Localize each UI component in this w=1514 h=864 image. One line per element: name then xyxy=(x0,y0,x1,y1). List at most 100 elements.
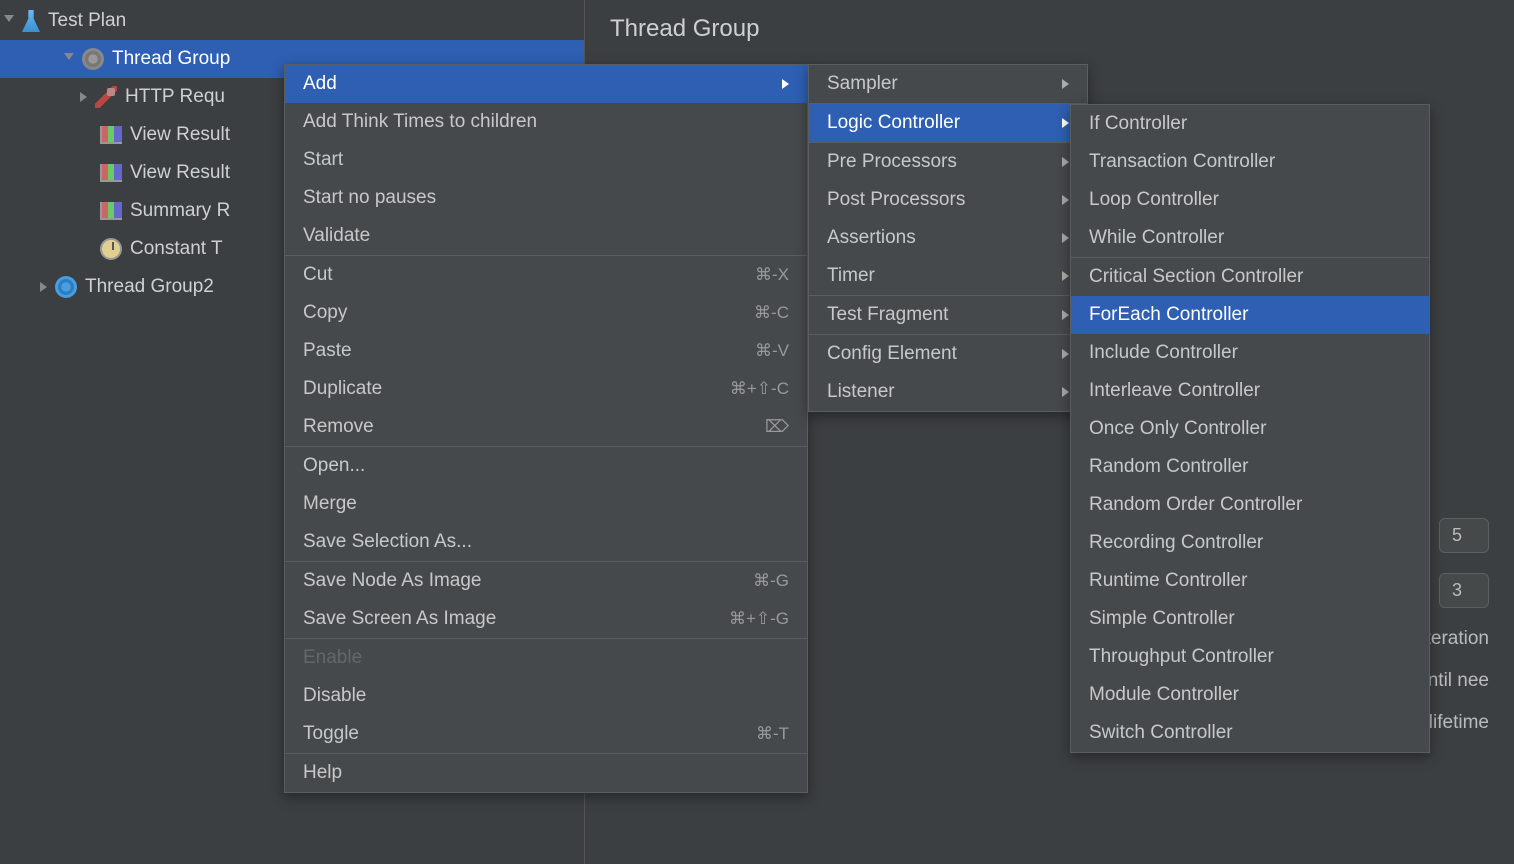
menu-label: Critical Section Controller xyxy=(1089,266,1303,288)
context-menu-logic-controller: If Controller Transaction Controller Loop … xyxy=(1070,104,1430,753)
tree-label: Test Plan xyxy=(48,10,126,32)
menu-item-include-controller[interactable]: Include Controller xyxy=(1071,334,1429,372)
shortcut: ⌘-T xyxy=(756,724,789,744)
spacer xyxy=(80,129,92,141)
menu-item-throughput-controller[interactable]: Throughput Controller xyxy=(1071,638,1429,676)
spacer xyxy=(80,167,92,179)
menu-label: Help xyxy=(303,762,342,784)
tree-item-test-plan[interactable]: Test Plan xyxy=(0,2,584,40)
menu-item-assertions[interactable]: Assertions xyxy=(809,219,1087,257)
menu-label: Random Order Controller xyxy=(1089,494,1302,516)
context-menu-add: Sampler Logic Controller Pre Processors … xyxy=(808,64,1088,412)
menu-item-enable: Enable xyxy=(285,639,807,677)
context-menu-main: Add Add Think Times to children Start St… xyxy=(284,64,808,793)
menu-item-sampler[interactable]: Sampler xyxy=(809,65,1087,103)
menu-item-open[interactable]: Open... xyxy=(285,447,807,485)
menu-label: Config Element xyxy=(827,343,957,365)
menu-label: Toggle xyxy=(303,723,359,745)
menu-item-logic-controller[interactable]: Logic Controller xyxy=(809,104,1087,142)
menu-item-while-controller[interactable]: While Controller xyxy=(1071,219,1429,257)
tree-label: Thread Group2 xyxy=(85,276,214,298)
menu-item-save-screen-image[interactable]: Save Screen As Image⌘+⇧-G xyxy=(285,600,807,638)
menu-item-listener[interactable]: Listener xyxy=(809,373,1087,411)
chevron-right-icon xyxy=(1062,233,1069,243)
chevron-right-icon xyxy=(1062,157,1069,167)
chevron-right-icon[interactable] xyxy=(40,282,47,292)
menu-item-add[interactable]: Add xyxy=(285,65,807,103)
ramp-input[interactable] xyxy=(1439,518,1489,553)
spacer xyxy=(80,243,92,255)
shortcut: ⌘+⇧-C xyxy=(730,379,789,399)
menu-label: If Controller xyxy=(1089,113,1187,135)
menu-label: Transaction Controller xyxy=(1089,151,1275,173)
menu-item-runtime-controller[interactable]: Runtime Controller xyxy=(1071,562,1429,600)
menu-label: Simple Controller xyxy=(1089,608,1235,630)
menu-item-switch-controller[interactable]: Switch Controller xyxy=(1071,714,1429,752)
chevron-down-icon[interactable] xyxy=(4,15,14,27)
menu-item-merge[interactable]: Merge xyxy=(285,485,807,523)
chevron-right-icon xyxy=(782,79,789,89)
menu-label: Cut xyxy=(303,264,333,286)
menu-item-validate[interactable]: Validate xyxy=(285,217,807,255)
chevron-right-icon[interactable] xyxy=(80,92,87,102)
flask-icon xyxy=(22,10,40,32)
chevron-right-icon xyxy=(1062,349,1069,359)
chevron-right-icon xyxy=(1062,118,1069,128)
menu-label: Validate xyxy=(303,225,370,247)
menu-item-test-fragment[interactable]: Test Fragment xyxy=(809,296,1087,334)
menu-item-foreach-controller[interactable]: ForEach Controller xyxy=(1071,296,1429,334)
menu-item-simple-controller[interactable]: Simple Controller xyxy=(1071,600,1429,638)
menu-item-paste[interactable]: Paste⌘-V xyxy=(285,332,807,370)
menu-label: Add Think Times to children xyxy=(303,111,537,133)
menu-label: Save Node As Image xyxy=(303,570,482,592)
menu-item-once-only-controller[interactable]: Once Only Controller xyxy=(1071,410,1429,448)
chevron-right-icon xyxy=(1062,79,1069,89)
menu-item-loop-controller[interactable]: Loop Controller xyxy=(1071,181,1429,219)
menu-label: While Controller xyxy=(1089,227,1224,249)
menu-label: Save Screen As Image xyxy=(303,608,496,630)
menu-item-duplicate[interactable]: Duplicate⌘+⇧-C xyxy=(285,370,807,408)
menu-item-random-controller[interactable]: Random Controller xyxy=(1071,448,1429,486)
menu-item-copy[interactable]: Copy⌘-C xyxy=(285,294,807,332)
loop-input[interactable] xyxy=(1439,573,1489,608)
menu-label: Loop Controller xyxy=(1089,189,1219,211)
menu-item-start-no-pauses[interactable]: Start no pauses xyxy=(285,179,807,217)
menu-item-disable[interactable]: Disable xyxy=(285,677,807,715)
menu-label: Module Controller xyxy=(1089,684,1239,706)
menu-label: Open... xyxy=(303,455,365,477)
menu-item-transaction-controller[interactable]: Transaction Controller xyxy=(1071,143,1429,181)
menu-item-save-selection[interactable]: Save Selection As... xyxy=(285,523,807,561)
menu-item-config-element[interactable]: Config Element xyxy=(809,335,1087,373)
timer-icon xyxy=(100,238,122,260)
menu-item-interleave-controller[interactable]: Interleave Controller xyxy=(1071,372,1429,410)
tree-label: Thread Group xyxy=(112,48,230,70)
menu-item-module-controller[interactable]: Module Controller xyxy=(1071,676,1429,714)
menu-item-critical-section-controller[interactable]: Critical Section Controller xyxy=(1071,258,1429,296)
menu-item-remove[interactable]: Remove⌦ xyxy=(285,408,807,446)
spacer xyxy=(80,205,92,217)
menu-item-pre-processors[interactable]: Pre Processors xyxy=(809,143,1087,181)
menu-item-if-controller[interactable]: If Controller xyxy=(1071,105,1429,143)
chevron-down-icon[interactable] xyxy=(64,53,74,65)
menu-item-save-node-image[interactable]: Save Node As Image⌘-G xyxy=(285,562,807,600)
menu-item-cut[interactable]: Cut⌘-X xyxy=(285,256,807,294)
chevron-right-icon xyxy=(1062,310,1069,320)
menu-item-post-processors[interactable]: Post Processors xyxy=(809,181,1087,219)
menu-item-timer[interactable]: Timer xyxy=(809,257,1087,295)
menu-item-recording-controller[interactable]: Recording Controller xyxy=(1071,524,1429,562)
menu-label: Save Selection As... xyxy=(303,531,472,553)
shortcut: ⌦ xyxy=(765,417,789,437)
menu-label: Interleave Controller xyxy=(1089,380,1260,402)
menu-label: Switch Controller xyxy=(1089,722,1233,744)
chart-icon xyxy=(100,126,122,144)
chart-icon xyxy=(100,164,122,182)
menu-item-think-times[interactable]: Add Think Times to children xyxy=(285,103,807,141)
tree-label: Constant T xyxy=(130,238,223,260)
shortcut: ⌘-V xyxy=(755,341,789,361)
menu-item-random-order-controller[interactable]: Random Order Controller xyxy=(1071,486,1429,524)
menu-label: Post Processors xyxy=(827,189,965,211)
menu-label: Merge xyxy=(303,493,357,515)
menu-item-start[interactable]: Start xyxy=(285,141,807,179)
menu-item-toggle[interactable]: Toggle ⌘-T xyxy=(285,715,807,753)
menu-item-help[interactable]: Help xyxy=(285,754,807,792)
